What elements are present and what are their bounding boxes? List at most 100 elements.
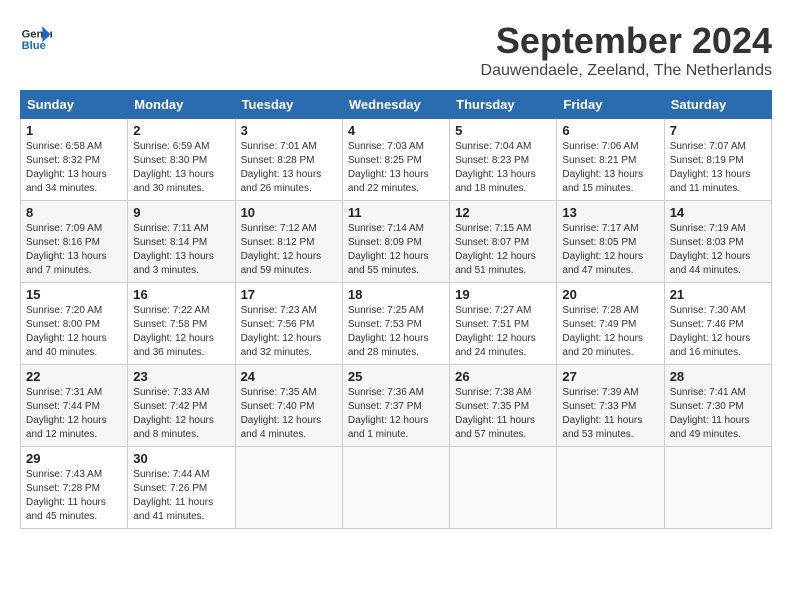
day-info: Sunrise: 7:38 AMSunset: 7:35 PMDaylight:… xyxy=(455,386,551,442)
calendar-cell: 19 Sunrise: 7:27 AMSunset: 7:51 PMDayligh… xyxy=(450,283,557,365)
day-number: 1 xyxy=(26,123,122,138)
day-number: 19 xyxy=(455,287,551,302)
day-info: Sunrise: 7:03 AMSunset: 8:25 PMDaylight:… xyxy=(348,140,444,196)
calendar-week-4: 22 Sunrise: 7:31 AMSunset: 7:44 PMDayligh… xyxy=(21,365,772,447)
day-info: Sunrise: 6:59 AMSunset: 8:30 PMDaylight:… xyxy=(133,140,229,196)
day-number: 20 xyxy=(562,287,658,302)
calendar-cell: 12 Sunrise: 7:15 AMSunset: 8:07 PMDayligh… xyxy=(450,201,557,283)
day-number: 28 xyxy=(670,369,766,384)
day-info: Sunrise: 7:41 AMSunset: 7:30 PMDaylight:… xyxy=(670,386,766,442)
day-number: 23 xyxy=(133,369,229,384)
day-info: Sunrise: 7:36 AMSunset: 7:37 PMDaylight:… xyxy=(348,386,444,442)
day-info: Sunrise: 7:31 AMSunset: 7:44 PMDaylight:… xyxy=(26,386,122,442)
day-number: 5 xyxy=(455,123,551,138)
day-number: 16 xyxy=(133,287,229,302)
day-number: 3 xyxy=(241,123,337,138)
calendar-cell: 21Sunrise: 7:30 AMSunset: 7:46 PMDayligh… xyxy=(664,283,771,365)
calendar-title: September 2024 xyxy=(481,20,772,62)
calendar-cell: 3 Sunrise: 7:01 AMSunset: 8:28 PMDaylight… xyxy=(235,119,342,201)
day-info: Sunrise: 7:17 AMSunset: 8:05 PMDaylight:… xyxy=(562,222,658,278)
calendar-cell: 2 Sunrise: 6:59 AMSunset: 8:30 PMDaylight… xyxy=(128,119,235,201)
day-info: Sunrise: 7:33 AMSunset: 7:42 PMDaylight:… xyxy=(133,386,229,442)
day-number: 27 xyxy=(562,369,658,384)
day-number: 7 xyxy=(670,123,766,138)
day-info: Sunrise: 7:22 AMSunset: 7:58 PMDaylight:… xyxy=(133,304,229,360)
logo: General Blue xyxy=(20,20,52,52)
day-info: Sunrise: 7:12 AMSunset: 8:12 PMDaylight:… xyxy=(241,222,337,278)
weekday-header-saturday: Saturday xyxy=(664,91,771,119)
logo-icon: General Blue xyxy=(20,20,52,52)
day-number: 10 xyxy=(241,205,337,220)
day-number: 26 xyxy=(455,369,551,384)
calendar-cell xyxy=(450,447,557,529)
day-number: 13 xyxy=(562,205,658,220)
day-number: 24 xyxy=(241,369,337,384)
calendar-cell: 15Sunrise: 7:20 AMSunset: 8:00 PMDayligh… xyxy=(21,283,128,365)
weekday-header-wednesday: Wednesday xyxy=(342,91,449,119)
calendar-week-2: 8Sunrise: 7:09 AMSunset: 8:16 PMDaylight… xyxy=(21,201,772,283)
calendar-cell: 28 Sunrise: 7:41 AMSunset: 7:30 PMDayligh… xyxy=(664,365,771,447)
calendar-cell: 20 Sunrise: 7:28 AMSunset: 7:49 PMDayligh… xyxy=(557,283,664,365)
day-info: Sunrise: 7:39 AMSunset: 7:33 PMDaylight:… xyxy=(562,386,658,442)
day-info: Sunrise: 7:44 AMSunset: 7:26 PMDaylight:… xyxy=(133,468,229,524)
day-info: Sunrise: 7:04 AMSunset: 8:23 PMDaylight:… xyxy=(455,140,551,196)
weekday-header-monday: Monday xyxy=(128,91,235,119)
weekday-header-friday: Friday xyxy=(557,91,664,119)
calendar-cell xyxy=(664,447,771,529)
calendar-cell: 22 Sunrise: 7:31 AMSunset: 7:44 PMDayligh… xyxy=(21,365,128,447)
day-info: Sunrise: 7:07 AMSunset: 8:19 PMDaylight:… xyxy=(670,140,766,196)
day-info: Sunrise: 7:30 AMSunset: 7:46 PMDaylight:… xyxy=(670,304,766,360)
calendar-cell xyxy=(342,447,449,529)
day-number: 9 xyxy=(133,205,229,220)
weekday-header-sunday: Sunday xyxy=(21,91,128,119)
weekday-header-thursday: Thursday xyxy=(450,91,557,119)
calendar-cell: 11Sunrise: 7:14 AMSunset: 8:09 PMDayligh… xyxy=(342,201,449,283)
day-info: Sunrise: 7:27 AMSunset: 7:51 PMDaylight:… xyxy=(455,304,551,360)
day-info: Sunrise: 7:35 AMSunset: 7:40 PMDaylight:… xyxy=(241,386,337,442)
day-number: 29 xyxy=(26,451,122,466)
calendar-cell: 8Sunrise: 7:09 AMSunset: 8:16 PMDaylight… xyxy=(21,201,128,283)
calendar-cell: 6 Sunrise: 7:06 AMSunset: 8:21 PMDaylight… xyxy=(557,119,664,201)
calendar-cell: 17Sunrise: 7:23 AMSunset: 7:56 PMDayligh… xyxy=(235,283,342,365)
day-number: 14 xyxy=(670,205,766,220)
day-info: Sunrise: 7:20 AMSunset: 8:00 PMDaylight:… xyxy=(26,304,122,360)
calendar-week-1: 1 Sunrise: 6:58 AMSunset: 8:32 PMDaylight… xyxy=(21,119,772,201)
day-number: 6 xyxy=(562,123,658,138)
day-number: 22 xyxy=(26,369,122,384)
day-number: 2 xyxy=(133,123,229,138)
day-info: Sunrise: 7:15 AMSunset: 8:07 PMDaylight:… xyxy=(455,222,551,278)
calendar-cell: 13 Sunrise: 7:17 AMSunset: 8:05 PMDayligh… xyxy=(557,201,664,283)
page-header: General Blue September 2024 Dauwendaele,… xyxy=(20,20,772,80)
svg-text:Blue: Blue xyxy=(22,40,46,52)
calendar-cell: 24 Sunrise: 7:35 AMSunset: 7:40 PMDayligh… xyxy=(235,365,342,447)
day-number: 12 xyxy=(455,205,551,220)
day-info: Sunrise: 7:28 AMSunset: 7:49 PMDaylight:… xyxy=(562,304,658,360)
day-number: 30 xyxy=(133,451,229,466)
calendar-cell: 29 Sunrise: 7:43 AMSunset: 7:28 PMDayligh… xyxy=(21,447,128,529)
calendar-cell: 4 Sunrise: 7:03 AMSunset: 8:25 PMDaylight… xyxy=(342,119,449,201)
day-number: 25 xyxy=(348,369,444,384)
calendar-cell: 14 Sunrise: 7:19 AMSunset: 8:03 PMDayligh… xyxy=(664,201,771,283)
calendar-subtitle: Dauwendaele, Zeeland, The Netherlands xyxy=(481,62,772,80)
day-number: 4 xyxy=(348,123,444,138)
day-info: Sunrise: 7:43 AMSunset: 7:28 PMDaylight:… xyxy=(26,468,122,524)
calendar-table: SundayMondayTuesdayWednesdayThursdayFrid… xyxy=(20,90,772,529)
calendar-cell xyxy=(557,447,664,529)
day-number: 18 xyxy=(348,287,444,302)
calendar-week-5: 29 Sunrise: 7:43 AMSunset: 7:28 PMDayligh… xyxy=(21,447,772,529)
day-info: Sunrise: 7:01 AMSunset: 8:28 PMDaylight:… xyxy=(241,140,337,196)
calendar-cell: 18Sunrise: 7:25 AMSunset: 7:53 PMDayligh… xyxy=(342,283,449,365)
day-number: 11 xyxy=(348,205,444,220)
calendar-cell: 25 Sunrise: 7:36 AMSunset: 7:37 PMDayligh… xyxy=(342,365,449,447)
calendar-cell: 16 Sunrise: 7:22 AMSunset: 7:58 PMDayligh… xyxy=(128,283,235,365)
calendar-cell: 5 Sunrise: 7:04 AMSunset: 8:23 PMDaylight… xyxy=(450,119,557,201)
day-number: 17 xyxy=(241,287,337,302)
day-info: Sunrise: 6:58 AMSunset: 8:32 PMDaylight:… xyxy=(26,140,122,196)
day-info: Sunrise: 7:19 AMSunset: 8:03 PMDaylight:… xyxy=(670,222,766,278)
title-section: September 2024 Dauwendaele, Zeeland, The… xyxy=(481,20,772,80)
day-info: Sunrise: 7:06 AMSunset: 8:21 PMDaylight:… xyxy=(562,140,658,196)
header-row: SundayMondayTuesdayWednesdayThursdayFrid… xyxy=(21,91,772,119)
calendar-cell: 10 Sunrise: 7:12 AMSunset: 8:12 PMDayligh… xyxy=(235,201,342,283)
weekday-header-tuesday: Tuesday xyxy=(235,91,342,119)
calendar-cell: 9Sunrise: 7:11 AMSunset: 8:14 PMDaylight… xyxy=(128,201,235,283)
